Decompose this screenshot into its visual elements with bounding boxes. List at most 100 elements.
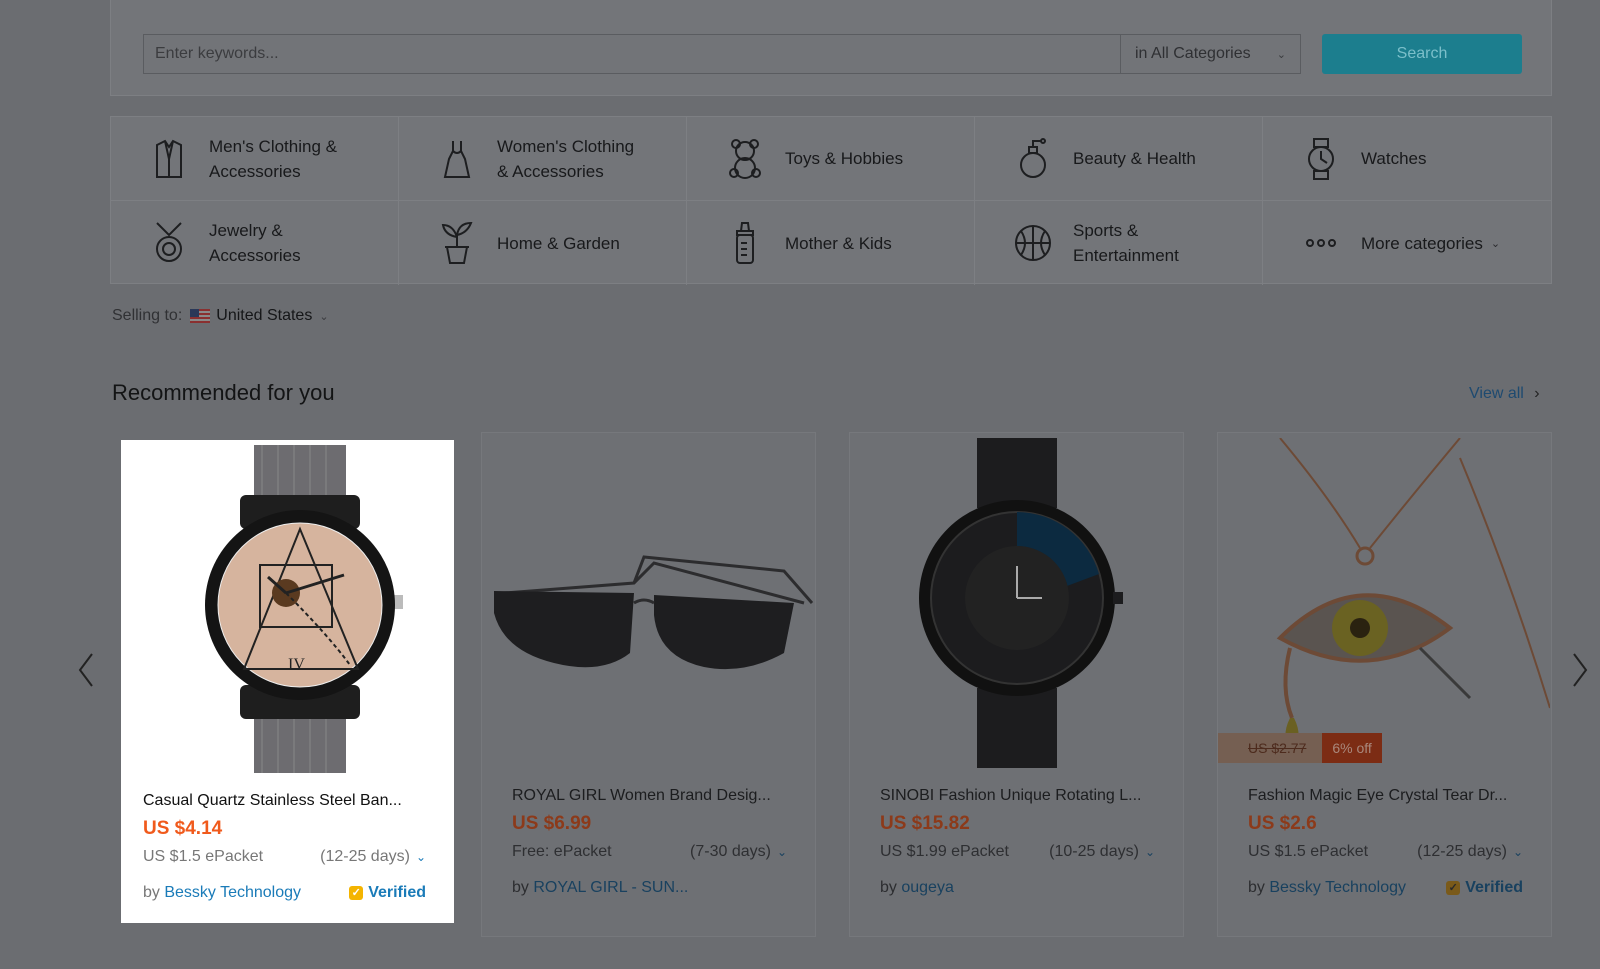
- verified-badge: ✓ Verified: [1446, 879, 1523, 897]
- view-all-label: View all: [1469, 385, 1524, 402]
- us-flag-icon: [190, 309, 211, 323]
- product-price: US $4.14: [143, 818, 223, 839]
- seller-link[interactable]: Bessky Technology: [164, 884, 301, 901]
- shipping-days: (12-25 days): [1417, 843, 1507, 860]
- chevron-left-icon: [78, 653, 93, 687]
- category-mens-clothing[interactable]: Men's Clothing & Accessories: [111, 117, 399, 201]
- verified-badge: ✓ Verified: [349, 884, 426, 902]
- perfume-icon: [1013, 137, 1053, 181]
- category-home-garden[interactable]: Home & Garden: [399, 201, 687, 285]
- watch-icon: [1301, 137, 1341, 181]
- product-card[interactable]: SINOBI Fashion Unique Rotating L... US $…: [849, 432, 1184, 937]
- seller-row: by ougeya: [880, 879, 1155, 897]
- product-image[interactable]: IV: [121, 440, 454, 780]
- seller-link[interactable]: ougeya: [901, 879, 954, 896]
- view-all-link[interactable]: View all ›: [1469, 385, 1540, 403]
- category-sports[interactable]: Sports & Entertainment: [975, 201, 1263, 285]
- shipping-row: US $1.5 ePacket (12-25 days) ⌄: [1248, 843, 1523, 861]
- search-button[interactable]: Search: [1322, 34, 1522, 74]
- product-title[interactable]: SINOBI Fashion Unique Rotating L...: [880, 787, 1155, 805]
- plant-icon: [437, 221, 477, 265]
- category-watches[interactable]: Watches: [1263, 117, 1551, 201]
- selling-to[interactable]: Selling to: United States ⌄: [112, 307, 329, 325]
- product-card[interactable]: ROYAL GIRL Women Brand Desig... US $6.99…: [481, 432, 816, 937]
- shipping-cost: US $1.99 ePacket: [880, 843, 1009, 860]
- category-label: Home & Garden: [497, 233, 620, 253]
- category-jewelry[interactable]: Jewelry & Accessories: [111, 201, 399, 285]
- category-toys-hobbies[interactable]: Toys & Hobbies: [687, 117, 975, 201]
- selling-to-label: Selling to:: [112, 307, 183, 324]
- teddy-bear-icon: [725, 137, 765, 181]
- product-title[interactable]: Fashion Magic Eye Crystal Tear Dr...: [1248, 787, 1523, 805]
- original-price: US $2.77: [1218, 733, 1323, 763]
- by-label: by: [143, 884, 160, 901]
- carousel-prev-button[interactable]: [74, 650, 98, 690]
- svg-text:IV: IV: [288, 656, 305, 673]
- shipping-days-dropdown[interactable]: (12-25 days) ⌄: [1417, 843, 1523, 861]
- chevron-down-icon: ⌄: [319, 310, 329, 323]
- category-womens-clothing[interactable]: Women's Clothing & Accessories: [399, 117, 687, 201]
- seller-link[interactable]: ROYAL GIRL - SUN...: [533, 879, 688, 896]
- by-label: by: [880, 879, 897, 896]
- product-card[interactable]: US $2.77 6% off Fashion Magic Eye Crysta…: [1217, 432, 1552, 937]
- product-title[interactable]: ROYAL GIRL Women Brand Desig...: [512, 787, 787, 805]
- by-label: by: [1248, 879, 1265, 896]
- shipping-days-dropdown[interactable]: (7-30 days) ⌄: [690, 843, 787, 861]
- product-card[interactable]: IV Casual Quartz Stainless Steel Ban... …: [121, 440, 454, 923]
- seller-link[interactable]: Bessky Technology: [1269, 879, 1406, 896]
- category-beauty-health[interactable]: Beauty & Health: [975, 117, 1263, 201]
- verified-label: Verified: [1465, 879, 1523, 896]
- shipping-row: Free: ePacket (7-30 days) ⌄: [512, 843, 787, 861]
- category-select-label: in All Categories: [1135, 45, 1251, 62]
- chevron-down-icon: ⌄: [1144, 845, 1155, 859]
- category-label: Watches: [1361, 149, 1427, 168]
- category-select[interactable]: in All Categories ⌄: [1120, 35, 1300, 73]
- category-more[interactable]: More categories ⌄: [1263, 201, 1551, 285]
- discount-percent: 6% off: [1322, 733, 1382, 763]
- category-label: Mother & Kids: [785, 233, 892, 253]
- shipping-days-dropdown[interactable]: (10-25 days) ⌄: [1049, 843, 1155, 861]
- basketball-icon: [1013, 221, 1053, 265]
- chevron-right-icon: ›: [1534, 385, 1540, 402]
- category-label: Men's Clothing & Accessories: [209, 136, 337, 181]
- baby-bottle-icon: [725, 221, 765, 265]
- by-label: by: [512, 879, 529, 896]
- category-grid: Men's Clothing & Accessories Women's Clo…: [110, 116, 1552, 285]
- category-mother-kids[interactable]: Mother & Kids: [687, 201, 975, 285]
- chevron-down-icon: ⌄: [1490, 237, 1501, 250]
- recommended-title: Recommended for you: [112, 380, 335, 405]
- shipping-days: (10-25 days): [1049, 843, 1139, 860]
- product-image[interactable]: [850, 433, 1183, 773]
- search-box: in All Categories ⌄: [143, 34, 1301, 74]
- product-price: US $2.6: [1248, 813, 1317, 834]
- shipping-days: (12-25 days): [320, 848, 410, 865]
- product-image[interactable]: [1218, 433, 1551, 773]
- more-dots-icon: [1301, 221, 1341, 265]
- shipping-cost: US $1.5 ePacket: [143, 848, 264, 865]
- search-input[interactable]: [144, 35, 1120, 73]
- chevron-down-icon: ⌄: [415, 850, 426, 864]
- chevron-down-icon: ⌄: [1276, 48, 1286, 61]
- seller-row: by ROYAL GIRL - SUN...: [512, 879, 787, 897]
- dress-icon: [437, 137, 477, 181]
- product-price: US $15.82: [880, 813, 970, 834]
- product-price: US $6.99: [512, 813, 592, 834]
- shipping-days: (7-30 days): [690, 843, 771, 860]
- product-title[interactable]: Casual Quartz Stainless Steel Ban...: [143, 792, 426, 810]
- shirt-icon: [149, 137, 189, 181]
- shipping-row: US $1.5 ePacket (12-25 days) ⌄: [143, 848, 426, 866]
- chevron-right-icon: [1573, 653, 1588, 687]
- chevron-down-icon: ⌄: [1512, 845, 1523, 859]
- check-icon: ✓: [1446, 881, 1461, 895]
- carousel-next-button[interactable]: [1568, 650, 1592, 690]
- category-label: Beauty & Health: [1073, 149, 1196, 168]
- category-label: Women's Clothing & Accessories: [497, 136, 635, 181]
- category-label: Jewelry & Accessories: [209, 221, 301, 265]
- shipping-cost: Free: ePacket: [512, 843, 612, 860]
- product-image[interactable]: [482, 433, 815, 773]
- check-icon: ✓: [349, 886, 364, 900]
- shipping-cost: US $1.5 ePacket: [1248, 843, 1369, 860]
- shipping-row: US $1.99 ePacket (10-25 days) ⌄: [880, 843, 1155, 861]
- shipping-days-dropdown[interactable]: (12-25 days) ⌄: [320, 848, 426, 866]
- seller-row: by Bessky Technology ✓ Verified: [143, 884, 426, 902]
